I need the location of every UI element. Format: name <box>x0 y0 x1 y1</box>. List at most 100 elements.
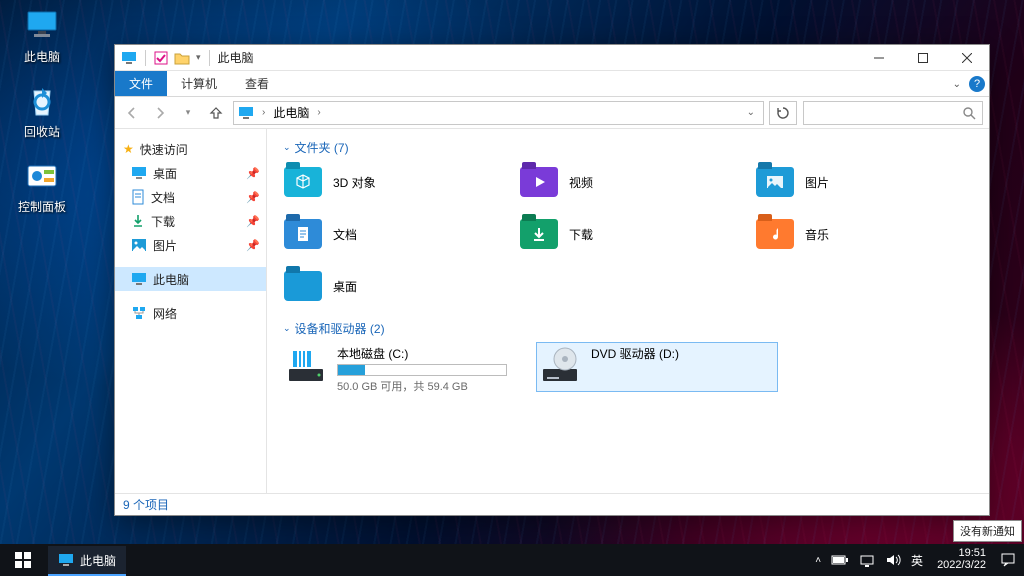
tab-file[interactable]: 文件 <box>115 71 167 96</box>
clock[interactable]: 19:51 2022/3/22 <box>933 548 990 571</box>
monitor-icon <box>238 105 254 121</box>
ime-indicator[interactable]: 英 <box>911 552 923 569</box>
window-title: 此电脑 <box>218 49 254 66</box>
address-bar[interactable]: › 此电脑 › ⌄ <box>233 101 764 125</box>
chevron-right-icon[interactable]: › <box>258 107 269 118</box>
maximize-button[interactable] <box>901 45 945 71</box>
group-header-devices[interactable]: ⌄ 设备和驱动器 (2) <box>283 320 977 337</box>
tile-label: 文档 <box>333 226 357 243</box>
drive-name: 本地磁盘 (C:) <box>337 345 521 362</box>
chevron-right-icon[interactable]: › <box>313 107 324 118</box>
sidebar-item-downloads[interactable]: 下载 📌 <box>115 209 266 233</box>
desktop-icon <box>131 166 147 180</box>
action-center-icon[interactable] <box>1000 552 1016 568</box>
monitor-icon <box>22 6 62 46</box>
sidebar-item-label: 快速访问 <box>140 141 188 158</box>
status-text: 9 个项目 <box>123 496 169 513</box>
recent-locations-button[interactable]: ▾ <box>177 102 199 124</box>
notification-tooltip: 没有新通知 <box>953 520 1022 542</box>
group-title: 文件夹 <box>295 141 331 155</box>
drive-usage-bar <box>337 364 507 376</box>
desktop-icon-label: 此电脑 <box>24 48 60 65</box>
ribbon-tabs: 文件 计算机 查看 ⌄ ? <box>115 71 989 97</box>
chevron-down-icon[interactable]: ⌄ <box>743 107 759 118</box>
refresh-button[interactable] <box>769 101 797 125</box>
sidebar-this-pc[interactable]: 此电脑 <box>115 267 266 291</box>
breadcrumb-item[interactable]: 此电脑 <box>273 104 309 121</box>
clock-date: 2022/3/22 <box>937 560 986 572</box>
titlebar[interactable]: ▾ 此电脑 <box>115 45 989 71</box>
chevron-down-icon: ⌄ <box>283 323 291 334</box>
desktop-icon-recycle-bin[interactable]: 回收站 <box>8 81 76 140</box>
tile-documents[interactable]: 文档 <box>283 214 505 254</box>
group-header-folders[interactable]: ⌄ 文件夹 (7) <box>283 139 977 156</box>
tile-label: 3D 对象 <box>333 174 376 191</box>
pin-icon: 📌 <box>246 215 260 228</box>
drive-name: DVD 驱动器 (D:) <box>591 345 775 362</box>
tile-desktop[interactable]: 桌面 <box>283 266 505 306</box>
help-icon[interactable]: ? <box>969 76 985 92</box>
monitor-icon <box>131 271 147 287</box>
minimize-button[interactable] <box>857 45 901 71</box>
sidebar-item-desktop[interactable]: 桌面 📌 <box>115 161 266 185</box>
sidebar-network[interactable]: 网络 <box>115 301 266 325</box>
drive-d[interactable]: DVD 驱动器 (D:) <box>537 343 777 391</box>
taskbar-app-explorer[interactable]: 此电脑 <box>48 546 126 576</box>
tab-view[interactable]: 查看 <box>231 71 283 96</box>
tile-label: 音乐 <box>805 226 829 243</box>
checkbox-icon[interactable] <box>154 51 168 65</box>
drive-c[interactable]: 本地磁盘 (C:) 50.0 GB 可用，共 59.4 GB <box>283 343 523 391</box>
navbar: ▾ › 此电脑 › ⌄ <box>115 97 989 129</box>
tile-label: 下载 <box>569 226 593 243</box>
group-count: 7 <box>338 141 345 155</box>
sidebar-item-pictures[interactable]: 图片 📌 <box>115 233 266 257</box>
sidebar-item-label: 网络 <box>153 305 177 322</box>
main-content: ⌄ 文件夹 (7) 3D 对象 视频 图片 文档 <box>267 129 989 493</box>
battery-icon[interactable] <box>831 554 849 566</box>
tile-3d-objects[interactable]: 3D 对象 <box>283 162 505 202</box>
network-icon <box>131 305 147 321</box>
sidebar-item-documents[interactable]: 文档 📌 <box>115 185 266 209</box>
tile-label: 图片 <box>805 174 829 191</box>
tray-chevron-up-icon[interactable]: ˄ <box>815 555 821 566</box>
chevron-down-icon[interactable]: ▾ <box>196 52 201 63</box>
close-button[interactable] <box>945 45 989 71</box>
volume-icon[interactable] <box>885 553 901 567</box>
network-icon[interactable] <box>859 553 875 567</box>
sidebar-quick-access[interactable]: ★ 快速访问 <box>115 137 266 161</box>
search-input[interactable] <box>803 101 983 125</box>
document-icon <box>131 189 145 205</box>
folder-icon[interactable] <box>174 51 190 65</box>
tile-label: 视频 <box>569 174 593 191</box>
sidebar-item-label: 图片 <box>153 237 177 254</box>
window-body: ★ 快速访问 桌面 📌 文档 📌 下载 📌 图片 📌 <box>115 129 989 493</box>
back-button[interactable] <box>121 102 143 124</box>
tile-videos[interactable]: 视频 <box>519 162 741 202</box>
forward-button[interactable] <box>149 102 171 124</box>
tile-music[interactable]: 音乐 <box>755 214 977 254</box>
control-panel-icon <box>22 156 62 196</box>
explorer-window: ▾ 此电脑 文件 计算机 查看 ⌄ ? ▾ › 此电脑 › ⌄ <box>114 44 990 516</box>
up-button[interactable] <box>205 102 227 124</box>
pin-icon: 📌 <box>246 239 260 252</box>
tile-downloads[interactable]: 下载 <box>519 214 741 254</box>
monitor-icon <box>121 50 137 66</box>
tile-pictures[interactable]: 图片 <box>755 162 977 202</box>
taskbar: 此电脑 ˄ 英 19:51 2022/3/22 <box>0 544 1024 576</box>
start-button[interactable] <box>0 544 46 576</box>
chevron-down-icon: ⌄ <box>283 142 291 153</box>
quick-access-toolbar: ▾ <box>115 50 207 66</box>
sidebar: ★ 快速访问 桌面 📌 文档 📌 下载 📌 图片 📌 <box>115 129 267 493</box>
system-tray: ˄ 英 19:51 2022/3/22 <box>807 544 1024 576</box>
chevron-down-icon[interactable]: ⌄ <box>953 79 961 90</box>
tab-computer[interactable]: 计算机 <box>167 71 231 96</box>
group-count: 2 <box>374 322 381 336</box>
desktop-icon-control-panel[interactable]: 控制面板 <box>8 156 76 215</box>
desktop-icon-label: 控制面板 <box>18 198 66 215</box>
statusbar: 9 个项目 <box>115 493 989 515</box>
dvd-drive-icon <box>539 345 581 387</box>
desktop-icon-this-pc[interactable]: 此电脑 <box>8 6 76 65</box>
folder-tiles: 3D 对象 视频 图片 文档 下载 <box>283 162 977 306</box>
separator <box>145 50 146 66</box>
separator <box>209 50 210 66</box>
